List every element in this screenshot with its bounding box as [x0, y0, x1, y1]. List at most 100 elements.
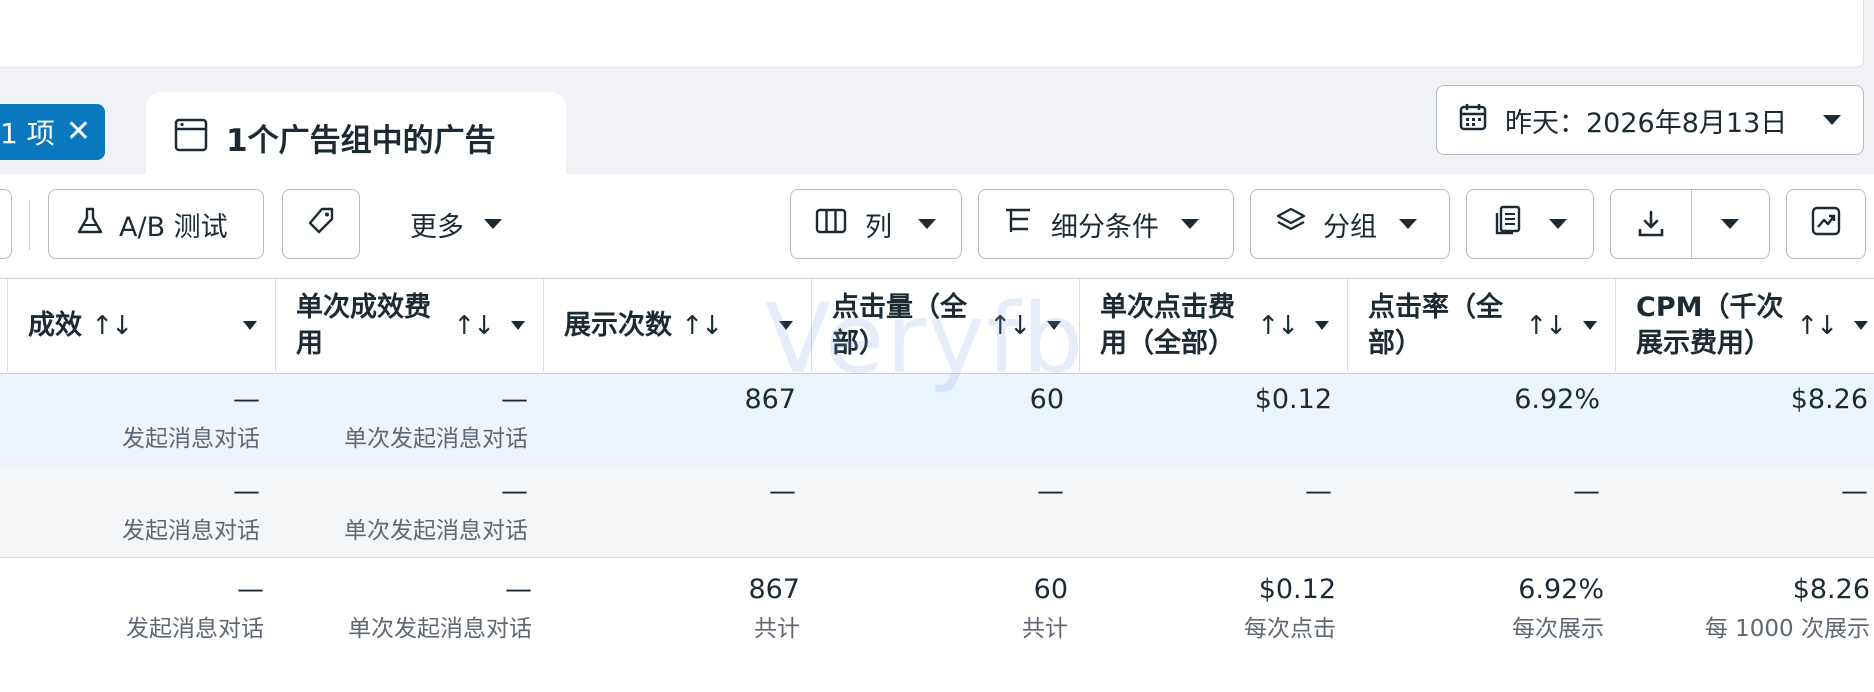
ab-test-label: A/B 测试	[119, 211, 228, 243]
chevron-down-icon[interactable]	[1315, 321, 1329, 330]
chevron-down-icon	[1721, 219, 1740, 229]
table-row[interactable]: — 发起消息对话 — 单次发起消息对话 — — — — —	[0, 466, 1874, 558]
table-row[interactable]: — 发起消息对话 — 单次发起消息对话 867 60 $0.12 6.92% $8.…	[0, 374, 1874, 466]
export-button[interactable]	[1610, 189, 1770, 259]
download-icon[interactable]	[1611, 190, 1692, 258]
tag-button[interactable]	[282, 189, 360, 259]
cell-impressions: 867 共计	[748, 574, 800, 642]
header-label: 用（全部）	[1100, 327, 1235, 359]
header-label: 单次成效费	[296, 291, 431, 323]
cell-cpm: —	[1841, 476, 1868, 507]
chevron-down-icon[interactable]	[1583, 321, 1597, 330]
more-button[interactable]: 更多	[392, 189, 522, 259]
cell-results: — 发起消息对话	[126, 574, 264, 642]
report-icon	[1493, 205, 1523, 244]
chevron-down-icon[interactable]	[1854, 321, 1868, 330]
breakdown-icon	[1003, 206, 1033, 243]
cell-cpm: $8.26 每 1000 次展示	[1704, 574, 1870, 642]
cell-cost-per-result: — 单次发起消息对话	[344, 384, 528, 452]
reports-button[interactable]	[1466, 189, 1594, 259]
tag-icon	[306, 206, 336, 243]
header-label: CPM（千次	[1636, 291, 1784, 323]
sort-icon[interactable]: ↑↓	[453, 311, 495, 341]
chart-button[interactable]	[1786, 189, 1866, 259]
cell-cpc: —	[1305, 476, 1332, 507]
table-summary-row: — 发起消息对话 — 单次发起消息对话 867 共计 60 共计 $0.12 每次点击 6…	[0, 564, 1874, 660]
toolbar-clipped-button[interactable]	[0, 189, 12, 259]
cell-cpc: $0.12	[1254, 384, 1332, 415]
header-label: 用	[296, 327, 323, 359]
selected-count-label: 1 项	[0, 117, 55, 150]
chevron-down-icon[interactable]	[511, 321, 525, 330]
selected-count-chip[interactable]: 1 项 ✕	[0, 104, 105, 160]
cell-cost-per-result: — 单次发起消息对话	[348, 574, 532, 642]
header-clipped	[0, 279, 8, 372]
header-cost-per-result[interactable]: 单次成效费用 ↑↓	[276, 279, 544, 372]
chevron-down-icon[interactable]	[779, 321, 793, 330]
header-label: 点击量（全	[832, 291, 967, 323]
flask-icon	[75, 206, 105, 243]
columns-icon	[815, 208, 847, 241]
breakdown-label: 细分条件	[1051, 211, 1159, 243]
header-label: 展示次数	[564, 309, 672, 341]
columns-label: 列	[865, 211, 892, 243]
chevron-down-icon	[1181, 219, 1199, 229]
tab-ads-label: 1个广告组中的广告	[226, 122, 496, 159]
ab-test-button[interactable]: A/B 测试	[48, 189, 264, 259]
cell-cpc: $0.12 每次点击	[1244, 574, 1336, 642]
more-label: 更多	[410, 211, 464, 243]
ad-window-icon	[174, 118, 208, 156]
sort-icon[interactable]: ↑↓	[1525, 311, 1567, 341]
close-icon[interactable]: ✕	[66, 117, 91, 147]
header-clicks-all[interactable]: 点击量（全部） ↑↓	[812, 279, 1080, 372]
layers-icon	[1275, 206, 1307, 243]
sort-icon[interactable]: ↑↓	[681, 311, 723, 341]
cell-ctr: 6.92%	[1514, 384, 1600, 415]
sort-icon[interactable]: ↑↓	[1257, 311, 1299, 341]
sort-icon[interactable]: ↑↓	[1796, 311, 1838, 341]
cell-clicks: 60 共计	[1022, 574, 1068, 642]
header-cpm[interactable]: CPM（千次 展示费用） ↑↓	[1616, 279, 1874, 372]
date-range-button[interactable]: 昨天：2026年8月13日	[1436, 85, 1864, 155]
cell-ctr: 6.92% 每次展示	[1512, 574, 1604, 642]
chevron-down-icon[interactable]	[1047, 321, 1061, 330]
cell-cost-per-result: — 单次发起消息对话	[344, 476, 528, 544]
header-label: 部）	[832, 327, 886, 359]
cell-clicks: 60	[1029, 384, 1064, 415]
header-label: 点击率（全	[1368, 291, 1503, 323]
header-results-label: 成效	[28, 309, 82, 341]
cell-results: — 发起消息对话	[122, 476, 260, 544]
chevron-down-icon	[918, 219, 936, 229]
cell-cpm: $8.26	[1790, 384, 1868, 415]
header-label: 部）	[1368, 327, 1422, 359]
group-label: 分组	[1323, 211, 1377, 243]
header-label: 展示费用）	[1636, 327, 1771, 359]
calendar-icon	[1459, 103, 1487, 138]
chevron-down-icon	[484, 219, 502, 229]
sort-icon[interactable]: ↑↓	[91, 311, 133, 341]
chart-trend-icon	[1811, 206, 1841, 243]
cell-results: — 发起消息对话	[122, 384, 260, 452]
cell-impressions: —	[769, 476, 796, 507]
table-header: 成效 ↑↓ 单次成效费用 ↑↓ 展示次数 ↑↓ 点击量（全部） ↑↓ 单次点击费…	[0, 278, 1874, 374]
chevron-down-icon	[1399, 219, 1417, 229]
cell-clicks: —	[1037, 476, 1064, 507]
cell-ctr: —	[1573, 476, 1600, 507]
header-impressions[interactable]: 展示次数 ↑↓	[544, 279, 812, 372]
header-results[interactable]: 成效 ↑↓	[8, 279, 276, 372]
sort-icon[interactable]: ↑↓	[989, 311, 1031, 341]
chevron-down-icon	[1823, 115, 1841, 125]
header-ctr-all[interactable]: 点击率（全部） ↑↓	[1348, 279, 1616, 372]
toolbar-divider	[29, 200, 30, 250]
columns-button[interactable]: 列	[790, 189, 962, 259]
group-button[interactable]: 分组	[1250, 189, 1450, 259]
cell-impressions: 867	[744, 384, 796, 415]
chevron-down-icon[interactable]	[243, 321, 257, 330]
search-panel[interactable]	[0, 0, 1864, 68]
header-cpc-all[interactable]: 单次点击费用（全部） ↑↓	[1080, 279, 1348, 372]
header-label: 单次点击费	[1100, 291, 1235, 323]
tab-ads[interactable]: 1个广告组中的广告	[146, 92, 566, 182]
chevron-down-icon	[1549, 219, 1567, 229]
export-dropdown[interactable]	[1692, 219, 1770, 229]
breakdown-button[interactable]: 细分条件	[978, 189, 1234, 259]
